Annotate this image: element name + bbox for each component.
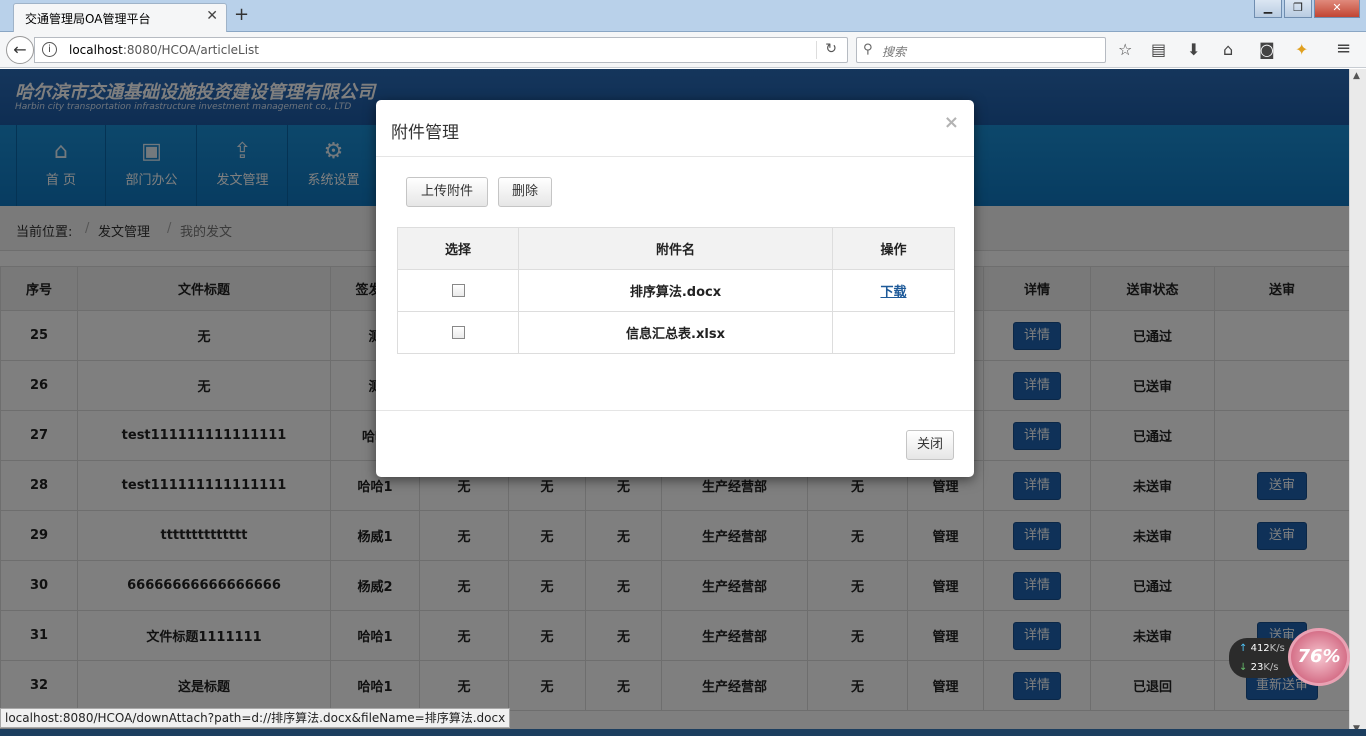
table-row: 信息汇总表.xlsx [397, 311, 955, 354]
close-button[interactable]: 关闭 [906, 430, 954, 460]
upload-speed: ↑ 412K/s [1239, 643, 1285, 654]
file-action [832, 311, 955, 354]
star-icon[interactable]: ☆ [1118, 40, 1132, 59]
search-icon: ⚲ [863, 42, 873, 57]
extension-icon[interactable]: ✦ [1295, 40, 1308, 59]
back-arrow-icon[interactable]: ← [6, 36, 34, 64]
search-placeholder: 搜索 [882, 45, 907, 59]
window-close-icon[interactable]: ✕ [1314, 0, 1360, 18]
browser-tab[interactable]: 交通管理局OA管理平台 ✕ [13, 3, 227, 32]
home-icon[interactable]: ⌂ [1223, 40, 1233, 59]
divider [816, 41, 817, 59]
search-input[interactable]: ⚲ 搜索 [856, 37, 1106, 63]
divider [376, 156, 974, 157]
download-link[interactable]: 下载 [880, 285, 906, 300]
scroll-up-icon[interactable]: ▲ [1353, 71, 1360, 81]
hamburger-menu-icon[interactable]: ≡ [1336, 38, 1351, 59]
memory-gauge[interactable]: 76% [1288, 628, 1350, 686]
dialog-title: 附件管理 [391, 123, 459, 143]
file-name: 信息汇总表.xlsx [518, 311, 833, 354]
url-text: localhost:8080/HCOA/articleList [69, 43, 260, 57]
address-bar[interactable]: i localhost:8080/HCOA/articleList ↻ [34, 37, 848, 63]
attachment-dialog: 附件管理 × 上传附件 删除 选择 附件名 操作 排序算法.docx 下载 信息… [376, 100, 974, 477]
new-tab-icon[interactable]: + [234, 4, 249, 25]
upload-attachment-button[interactable]: 上传附件 [406, 177, 488, 207]
col-header-select: 选择 [397, 227, 519, 270]
tab-title: 交通管理局OA管理平台 [25, 12, 151, 26]
maximize-icon[interactable]: ❐ [1284, 0, 1312, 18]
attachment-table: 选择 附件名 操作 排序算法.docx 下载 信息汇总表.xlsx [397, 227, 955, 354]
os-taskbar [0, 729, 1366, 736]
close-tab-icon[interactable]: ✕ [206, 8, 218, 24]
download-speed: ↓ 23K/s [1239, 662, 1279, 673]
table-header-row: 选择 附件名 操作 [397, 227, 955, 270]
close-icon[interactable]: × [944, 112, 959, 133]
select-checkbox[interactable] [451, 284, 465, 297]
select-checkbox[interactable] [451, 326, 465, 339]
file-name: 排序算法.docx [518, 269, 833, 312]
page-scrollbar[interactable]: ▲ ▼ [1349, 69, 1366, 736]
window-controls: ▁ ❐ ✕ [1254, 0, 1360, 18]
delete-button[interactable]: 删除 [498, 177, 552, 207]
reload-icon[interactable]: ↻ [825, 41, 837, 57]
reading-list-icon[interactable]: ▤ [1151, 40, 1166, 59]
table-row: 排序算法.docx 下载 [397, 269, 955, 312]
status-bar-url: localhost:8080/HCOA/downAttach?path=d://… [0, 708, 511, 728]
divider [376, 410, 974, 411]
site-info-icon[interactable]: i [42, 42, 57, 57]
arrow-down-icon: ↓ [1239, 662, 1248, 673]
download-icon[interactable]: ⬇ [1187, 40, 1200, 59]
minimize-icon[interactable]: ▁ [1254, 0, 1282, 18]
browser-tab-bar: 交通管理局OA管理平台 ✕ + ▁ ❐ ✕ [0, 0, 1366, 32]
browser-nav-bar: ← i localhost:8080/HCOA/articleList ↻ ⚲ … [0, 32, 1366, 68]
col-header-filename: 附件名 [518, 227, 833, 270]
pocket-icon[interactable]: ◙ [1259, 40, 1275, 59]
col-header-action: 操作 [832, 227, 955, 270]
arrow-up-icon: ↑ [1239, 643, 1248, 654]
